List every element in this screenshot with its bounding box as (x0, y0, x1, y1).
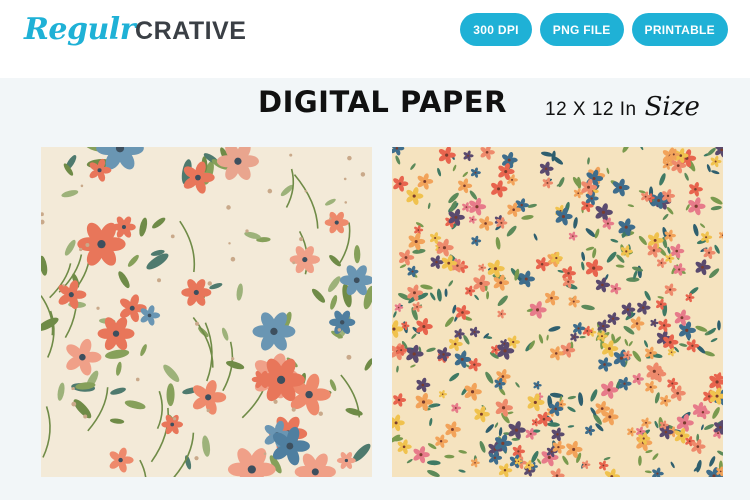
header-bar: Regulr CRATIVE 300 DPI PNG FILE PRINTABL… (0, 0, 750, 78)
size-label: 12 X 12 In Size (545, 92, 700, 122)
feature-badges: 300 DPI PNG FILE PRINTABLE (460, 13, 728, 46)
size-dimensions: 12 X 12 In (545, 99, 637, 120)
ditsy-floral-pattern-image (392, 147, 723, 477)
brand-logo-bold: CRATIVE (135, 17, 247, 45)
badge-dpi: 300 DPI (460, 13, 532, 46)
badge-printable: PRINTABLE (631, 13, 728, 46)
badge-file-type: PNG FILE (539, 13, 624, 46)
large-floral-pattern-image (41, 147, 372, 477)
brand-logo-script: Regulr (24, 12, 136, 47)
paper-preview-large-floral[interactable] (41, 147, 372, 477)
page-title: DIGITAL PAPER (258, 85, 507, 119)
size-word: Size (644, 92, 700, 122)
brand-logo[interactable]: Regulr CRATIVE (24, 12, 246, 52)
paper-preview-ditsy-floral[interactable] (392, 147, 723, 477)
